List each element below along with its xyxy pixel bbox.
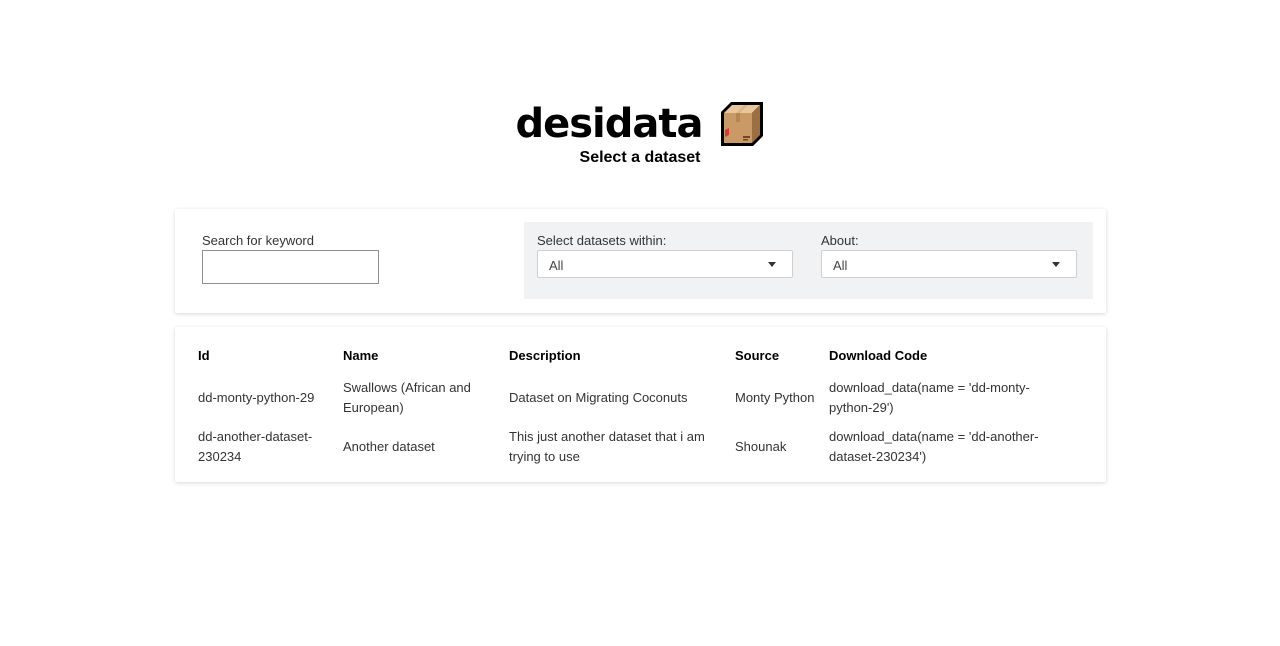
column-header-download-code[interactable]: Download Code [829, 345, 1069, 373]
table-row[interactable]: dd-monty-python-29 Swallows (African and… [198, 373, 1069, 422]
cell-name: Another dataset [343, 422, 509, 471]
cell-download-code: download_data(name = 'dd-another-dataset… [829, 422, 1069, 471]
cell-source: Shounak [735, 422, 829, 471]
cell-source-text: Shounak [735, 438, 787, 454]
about-select[interactable]: All [821, 250, 1077, 278]
select-panel: Select datasets within: All About: All [524, 222, 1093, 299]
cell-id: dd-another-dataset-230234 [198, 422, 343, 471]
page: desidata Select a dataset Search for key… [0, 0, 1280, 646]
column-header-name[interactable]: Name [343, 345, 509, 373]
brand: desidata [515, 96, 764, 152]
cell-download-code-text[interactable]: download_data(name = 'dd-monty-python-29… [829, 378, 1069, 418]
about-select-value: All [833, 258, 848, 273]
cell-id: dd-monty-python-29 [198, 373, 343, 422]
dataset-table-card: Id Name Description Source Download Code… [175, 327, 1106, 482]
search-label: Search for keyword [202, 233, 314, 248]
cell-name-text: Another dataset [343, 438, 435, 454]
cell-description-text: Dataset on Migrating Coconuts [509, 389, 688, 405]
cell-id-text: dd-another-dataset-230234 [198, 428, 313, 464]
cell-download-code-text[interactable]: download_data(name = 'dd-another-dataset… [829, 427, 1069, 467]
cell-download-code: download_data(name = 'dd-monty-python-29… [829, 373, 1069, 422]
cell-id-text: dd-monty-python-29 [198, 389, 315, 405]
cell-description-text: This just another dataset that i am tryi… [509, 428, 705, 464]
about-select-group: About: All [821, 233, 1077, 278]
about-label: About: [821, 233, 859, 248]
chevron-down-icon [768, 262, 776, 267]
chevron-down-icon [1052, 262, 1060, 267]
filter-card: Search for keyword Select datasets withi… [175, 209, 1106, 313]
cell-name-text: Swallows (African and European) [343, 379, 471, 415]
within-select-value: All [549, 258, 564, 273]
dataset-table: Id Name Description Source Download Code… [198, 345, 1069, 471]
column-header-source[interactable]: Source [735, 345, 829, 373]
cell-name: Swallows (African and European) [343, 373, 509, 422]
cell-description: This just another dataset that i am tryi… [509, 422, 735, 471]
cell-description: Dataset on Migrating Coconuts [509, 373, 735, 422]
column-header-id[interactable]: Id [198, 345, 343, 373]
search-group: Search for keyword [202, 233, 379, 284]
column-header-description[interactable]: Description [509, 345, 735, 373]
package-box-icon [720, 102, 763, 146]
within-select[interactable]: All [537, 250, 793, 278]
cell-source-text: Monty Python [735, 389, 815, 405]
table-row[interactable]: dd-another-dataset-230234 Another datase… [198, 422, 1069, 471]
search-input[interactable] [202, 250, 379, 284]
cell-source: Monty Python [735, 373, 829, 422]
within-label: Select datasets within: [537, 233, 667, 248]
within-select-group: Select datasets within: All [537, 233, 793, 278]
table-header-row: Id Name Description Source Download Code [198, 345, 1069, 373]
page-subtitle: Select a dataset [579, 149, 701, 166]
header: desidata Select a dataset [0, 96, 1280, 168]
app-title: desidata [515, 101, 703, 147]
